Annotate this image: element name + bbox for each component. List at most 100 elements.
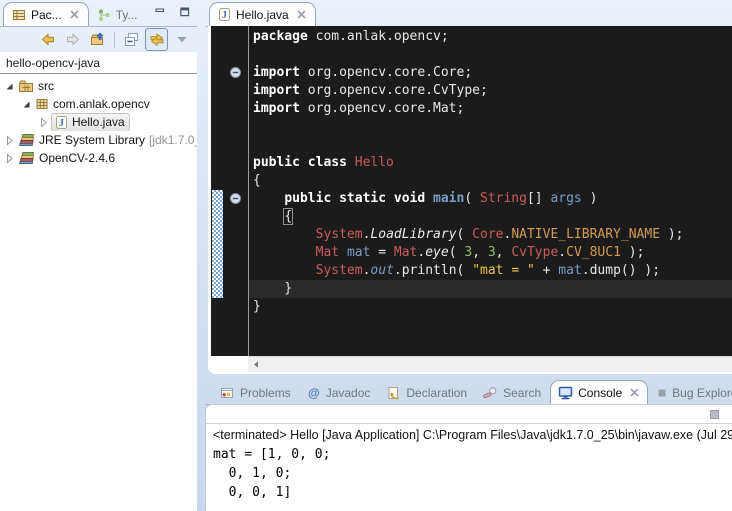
back-icon xyxy=(40,32,56,47)
sidebar-tab-pac[interactable]: Pac... xyxy=(3,2,89,27)
code-line-12[interactable]: System.LoadLibrary( Core.NATIVE_LIBRARY_… xyxy=(253,226,732,244)
javadoc-icon: @ xyxy=(307,386,321,400)
tree-closed-arrow[interactable] xyxy=(38,117,51,128)
tree-item-com-anlak-opencv[interactable]: com.anlak.opencv xyxy=(0,95,197,113)
code-token: org.opencv.core.Mat; xyxy=(300,101,464,116)
tab-label: Problems xyxy=(240,386,291,400)
code-line-10[interactable]: public static void main( String[] args ) xyxy=(253,190,732,208)
collapse-all-icon xyxy=(124,32,140,47)
code-token: com.anlak.opencv; xyxy=(308,29,449,44)
toolbar-separator xyxy=(114,32,115,48)
selected-item-box: JHello.java xyxy=(51,113,130,131)
code-token: import xyxy=(253,101,300,116)
code-token: ); xyxy=(660,227,683,242)
bottom-tab-javadoc[interactable]: @Javadoc xyxy=(300,381,378,404)
collapse-all-button[interactable] xyxy=(120,28,143,51)
code-line-3[interactable]: import org.opencv.core.Core; xyxy=(253,64,732,82)
back-button[interactable] xyxy=(36,28,59,51)
console-output[interactable]: mat = [1, 0, 0; 0, 1, 0; 0, 0, 1] xyxy=(206,444,732,503)
tree-open-icon xyxy=(4,81,15,92)
code-line-13[interactable]: Mat mat = Mat.eye( 3, 3, CvType.CV_8UC1 … xyxy=(253,244,732,262)
terminate-button[interactable] xyxy=(709,409,720,420)
tree-item-jre-system-library[interactable]: JRE System Library[jdk1.7.0_25] xyxy=(0,131,197,149)
close-icon[interactable] xyxy=(296,9,307,20)
tree-open-arrow[interactable] xyxy=(21,99,34,110)
console-body: <terminated> Hello [Java Application] C:… xyxy=(205,404,732,511)
tree-closed-icon xyxy=(38,117,49,128)
code-line-6[interactable] xyxy=(253,118,732,136)
code-token: NATIVE_LIBRARY_NAME xyxy=(511,227,660,242)
code-token: import xyxy=(253,83,300,98)
code-token: } xyxy=(253,281,292,296)
code-line-2[interactable] xyxy=(253,46,732,64)
bottom-tab-problems[interactable]: Problems xyxy=(213,381,298,404)
minimize-button[interactable] xyxy=(153,5,167,19)
code-line-5[interactable]: import org.opencv.core.Mat; xyxy=(253,100,732,118)
tree-item-label: com.anlak.opencv xyxy=(53,97,150,111)
fold-minus-icon[interactable] xyxy=(229,192,242,205)
code-line-16[interactable]: } xyxy=(253,298,732,316)
code-token: . xyxy=(582,263,590,278)
editor-area: JHello.java package com.anlak.opencv; imp… xyxy=(206,0,732,374)
tree-open-arrow[interactable] xyxy=(4,81,17,92)
tab-label: Pac... xyxy=(31,8,62,22)
code-line-14[interactable]: System.out.println( "mat = " + mat.dump(… xyxy=(253,262,732,280)
svg-text:@: @ xyxy=(308,386,320,400)
code-token: . xyxy=(394,263,402,278)
tree-item-src[interactable]: src xyxy=(0,77,197,95)
maximize-button[interactable] xyxy=(178,5,192,19)
tree-item-label: OpenCV-2.4.6 xyxy=(39,151,115,165)
up-button[interactable] xyxy=(86,28,109,51)
code-line-1[interactable]: package com.anlak.opencv; xyxy=(253,28,732,46)
tree-closed-arrow[interactable] xyxy=(4,153,17,164)
code-token: Hello xyxy=(355,155,394,170)
code-token xyxy=(253,227,316,242)
code-line-8[interactable]: public class Hello xyxy=(253,154,732,172)
code-line-15[interactable]: } xyxy=(249,280,732,298)
code-token xyxy=(339,245,347,260)
fold-minus-icon[interactable] xyxy=(229,66,242,79)
console-toolbar xyxy=(206,405,732,423)
tab-label: Declaration xyxy=(406,386,467,400)
forward-button[interactable] xyxy=(61,28,84,51)
code-token: ( xyxy=(464,191,480,206)
code-token: ( xyxy=(449,245,465,260)
close-icon[interactable] xyxy=(629,387,640,398)
declaration-icon xyxy=(386,386,401,400)
tab-label: Console xyxy=(578,386,622,400)
code-line-11[interactable]: { xyxy=(253,208,732,226)
bottom-tab-console[interactable]: Console xyxy=(550,380,648,405)
close-icon[interactable] xyxy=(69,9,80,20)
matched-bracket: { xyxy=(284,209,292,224)
link-with-editor-button[interactable] xyxy=(145,28,168,51)
forward-icon xyxy=(65,32,81,47)
code-line-7[interactable] xyxy=(253,136,732,154)
code-line-4[interactable]: import org.opencv.core.CvType; xyxy=(253,82,732,100)
editor-tab-hello-java[interactable]: JHello.java xyxy=(209,2,316,27)
tree-item-hello-java[interactable]: JHello.java xyxy=(0,113,197,131)
library-icon xyxy=(18,133,35,147)
sidebar-tab-ty[interactable]: Ty... xyxy=(89,3,146,26)
code-token: String xyxy=(480,191,527,206)
bottom-tab-declaration[interactable]: Declaration xyxy=(379,381,474,404)
view-menu-button[interactable] xyxy=(170,28,193,51)
horizontal-scrollbar[interactable] xyxy=(248,356,732,372)
editor-tabstrip: JHello.java xyxy=(206,0,732,27)
tree-item-opencv-2-4-6[interactable]: OpenCV-2.4.6 xyxy=(0,149,197,167)
code-token: = xyxy=(370,245,393,260)
tree-closed-icon xyxy=(4,153,15,164)
method-range-indicator xyxy=(212,190,223,298)
bottom-tab-bug-explorer[interactable]: Bug Explorer xyxy=(650,381,732,404)
code-editor[interactable]: package com.anlak.opencv; import org.open… xyxy=(249,26,732,356)
code-line-9[interactable]: { xyxy=(253,172,732,190)
project-tree: src com.anlak.opencv JHello.javaJRE System… xyxy=(0,77,197,167)
tree-item-label: src xyxy=(38,79,54,93)
scroll-left-icon[interactable] xyxy=(251,359,261,370)
code-token: Mat xyxy=(394,245,417,260)
bottom-tab-search[interactable]: Search xyxy=(476,381,548,404)
code-token: ); xyxy=(621,245,644,260)
annotation-ruler[interactable] xyxy=(211,26,224,356)
search-icon xyxy=(483,386,498,400)
up-icon xyxy=(90,32,106,47)
tree-closed-arrow[interactable] xyxy=(4,135,17,146)
